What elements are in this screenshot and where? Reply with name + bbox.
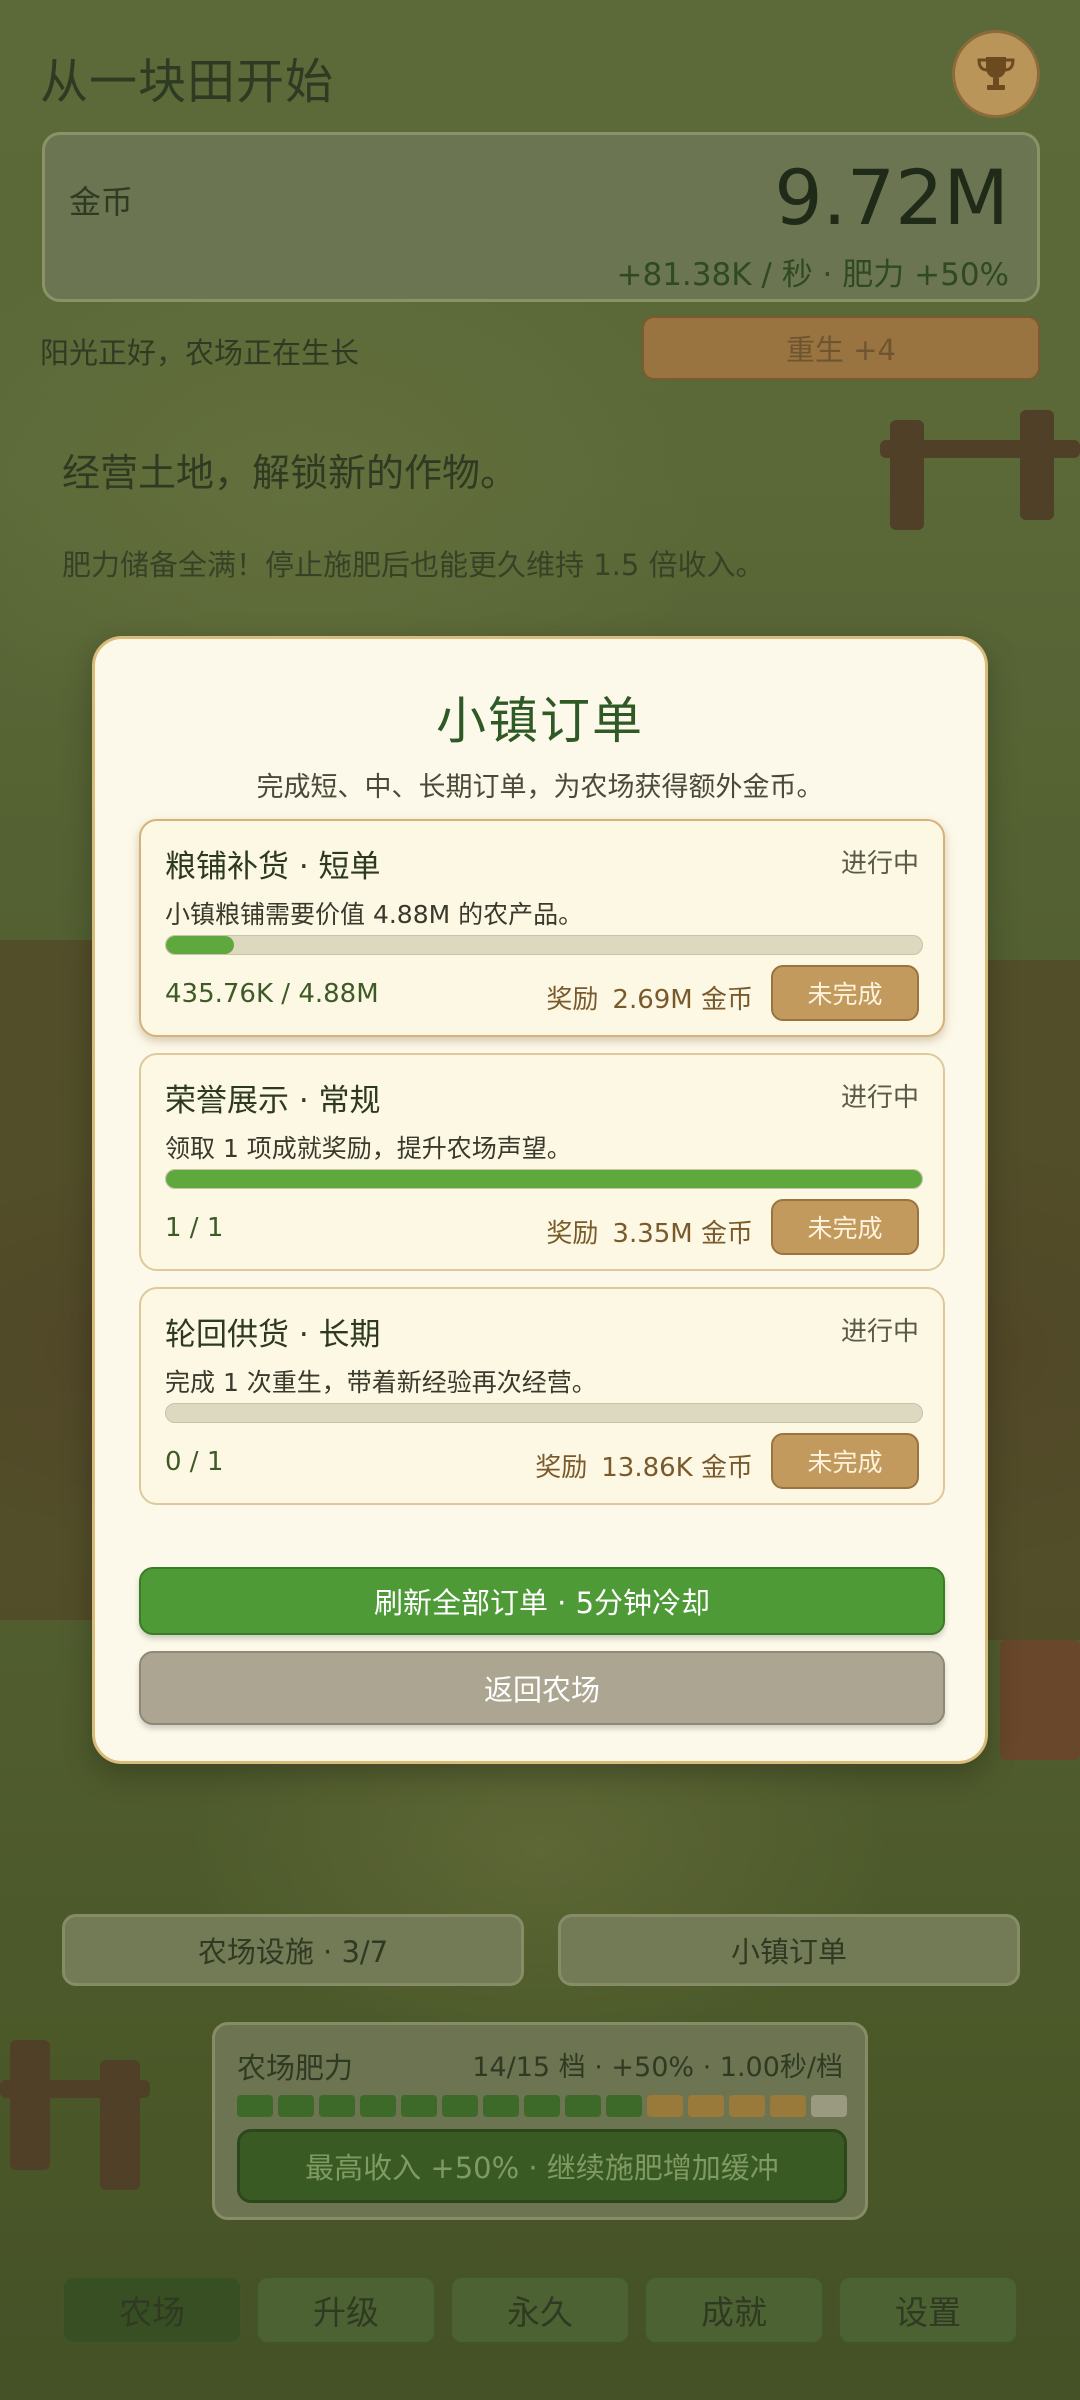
order-progress-fill <box>166 936 234 954</box>
order-progress-bar <box>165 935 923 955</box>
town-orders-button[interactable]: 小镇订单 <box>558 1914 1020 1986</box>
refresh-orders-button[interactable]: 刷新全部订单 · 5分钟冷却 <box>139 1567 945 1635</box>
hint-subline: 肥力储备全满！停止施肥后也能更久维持 1.5 倍收入。 <box>62 548 765 582</box>
order-status: 进行中 <box>840 1083 919 1113</box>
nav-permanent[interactable]: 永久 <box>450 2276 630 2344</box>
fertility-segment <box>278 2095 314 2117</box>
order-status: 进行中 <box>840 849 919 879</box>
fertility-segment <box>524 2095 560 2117</box>
fertility-segment <box>483 2095 519 2117</box>
order-name: 轮回供货 · 长期 <box>165 1317 381 1353</box>
nav-settings[interactable]: 设置 <box>838 2276 1018 2344</box>
order-reward: 奖励 3.35M 金币 <box>546 1213 753 1250</box>
order-claim-button[interactable]: 未完成 <box>771 1433 919 1489</box>
order-progress-text: 1 / 1 <box>165 1213 224 1243</box>
coin-value: 9.72M <box>774 153 1009 242</box>
fertility-segment <box>688 2095 724 2117</box>
reward-amount: 3.35M 金币 <box>612 1219 753 1249</box>
town-orders-modal: 小镇订单 完成短、中、长期订单，为农场获得额外金币。 粮铺补货 · 短单 进行中… <box>92 636 988 1764</box>
fertility-segment <box>647 2095 683 2117</box>
fertility-panel: 农场肥力 14/15 档 · +50% · 1.00秒/档 最高收入 +50% … <box>212 2022 868 2220</box>
order-description: 小镇粮铺需要价值 4.88M 的农产品。 <box>165 900 584 929</box>
trophy-icon <box>977 57 1015 90</box>
trophy-button[interactable] <box>952 30 1040 118</box>
hint-headline: 经营土地，解锁新的作物。 <box>62 451 519 495</box>
fertility-segment <box>770 2095 806 2117</box>
fertility-segment <box>565 2095 601 2117</box>
nav-farm[interactable]: 农场 <box>62 2276 242 2344</box>
back-to-farm-button[interactable]: 返回农场 <box>139 1651 945 1725</box>
order-progress-text: 0 / 1 <box>165 1447 224 1477</box>
order-reward: 奖励 2.69M 金币 <box>546 979 753 1016</box>
order-card: 荣誉展示 · 常规 进行中 领取 1 项成就奖励，提升农场声望。 1 / 1 奖… <box>139 1053 945 1271</box>
nav-achievements[interactable]: 成就 <box>644 2276 824 2344</box>
order-reward: 奖励 13.86K 金币 <box>535 1447 753 1484</box>
fertility-level-bar <box>237 2095 847 2117</box>
fertility-segment <box>442 2095 478 2117</box>
order-claim-button[interactable]: 未完成 <box>771 965 919 1021</box>
fertility-info: 14/15 档 · +50% · 1.00秒/档 <box>472 2052 843 2083</box>
bottom-nav: 农场 升级 永久 成就 设置 <box>62 2276 1018 2344</box>
order-card: 轮回供货 · 长期 进行中 完成 1 次重生，带着新经验再次经营。 0 / 1 … <box>139 1287 945 1505</box>
order-progress-fill <box>166 1170 922 1188</box>
fertility-segment <box>360 2095 396 2117</box>
order-claim-button[interactable]: 未完成 <box>771 1199 919 1255</box>
fertility-segment <box>811 2095 847 2117</box>
fertility-segment <box>401 2095 437 2117</box>
modal-title: 小镇订单 <box>436 692 644 750</box>
fertility-title: 农场肥力 <box>237 2051 354 2085</box>
fertilize-button[interactable]: 最高收入 +50% · 继续施肥增加缓冲 <box>237 2129 847 2203</box>
modal-subtitle: 完成短、中、长期订单，为农场获得额外金币。 <box>256 772 824 803</box>
order-progress-bar <box>165 1169 923 1189</box>
rebirth-button[interactable]: 重生 +4 <box>642 316 1040 380</box>
fertility-segment <box>729 2095 765 2117</box>
coin-card: 金币 9.72M +81.38K / 秒 · 肥力 +50% <box>42 132 1040 302</box>
game-title: 从一块田开始 <box>40 54 335 110</box>
reward-label: 奖励 <box>546 985 599 1015</box>
coin-label: 金币 <box>69 183 134 221</box>
reward-label: 奖励 <box>546 1219 599 1249</box>
facilities-button[interactable]: 农场设施 · 3/7 <box>62 1914 524 1986</box>
status-text: 阳光正好，农场正在生长 <box>40 336 360 370</box>
order-status: 进行中 <box>840 1317 919 1347</box>
order-progress-text: 435.76K / 4.88M <box>165 979 379 1009</box>
reward-label: 奖励 <box>535 1453 588 1483</box>
fertility-segment <box>237 2095 273 2117</box>
fertility-segment <box>319 2095 355 2117</box>
order-card: 粮铺补货 · 短单 进行中 小镇粮铺需要价值 4.88M 的农产品。 435.7… <box>139 819 945 1037</box>
fertility-segment <box>606 2095 642 2117</box>
reward-amount: 2.69M 金币 <box>612 985 753 1015</box>
order-name: 粮铺补货 · 短单 <box>165 849 381 885</box>
nav-upgrade[interactable]: 升级 <box>256 2276 436 2344</box>
reward-amount: 13.86K 金币 <box>601 1453 753 1483</box>
order-description: 完成 1 次重生，带着新经验再次经营。 <box>165 1368 597 1397</box>
order-name: 荣誉展示 · 常规 <box>165 1083 381 1119</box>
order-progress-bar <box>165 1403 923 1423</box>
order-description: 领取 1 项成就奖励，提升农场声望。 <box>165 1134 572 1163</box>
coin-rate: +81.38K / 秒 · 肥力 +50% <box>616 257 1010 293</box>
